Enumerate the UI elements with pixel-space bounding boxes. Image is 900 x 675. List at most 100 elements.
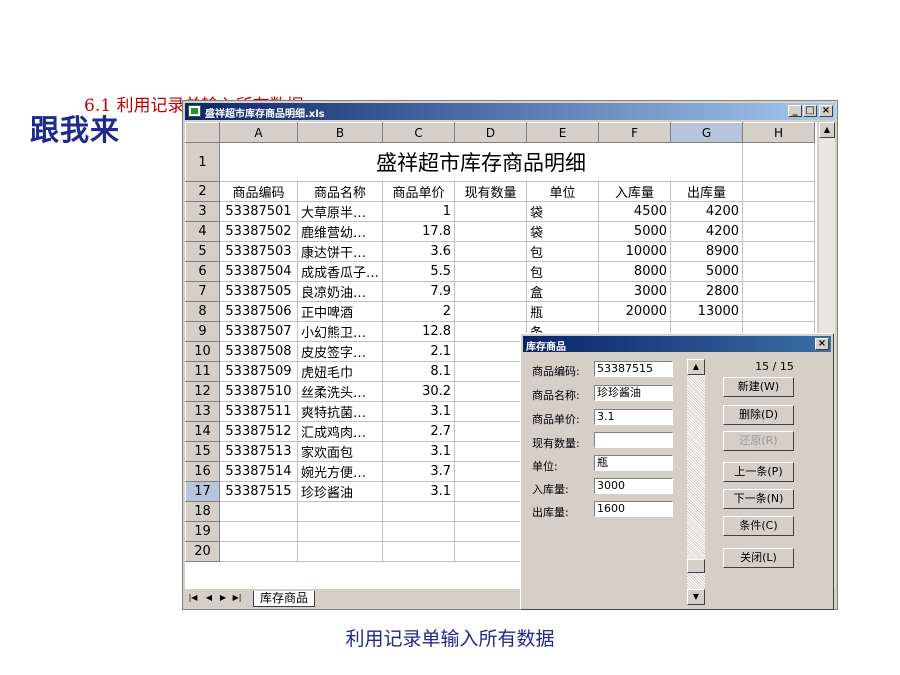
price-cell[interactable]: 3.6 xyxy=(382,241,456,262)
criteria-button[interactable]: 条件(C) xyxy=(723,516,794,536)
column-title-cell[interactable]: 商品单价 xyxy=(382,181,456,202)
cell[interactable] xyxy=(742,142,816,182)
dialog-titlebar[interactable]: 库存商品 × xyxy=(523,336,831,353)
name-cell[interactable]: 珍珍酱油 xyxy=(296,481,384,502)
cell[interactable] xyxy=(219,521,298,542)
column-title-cell[interactable]: 单位 xyxy=(526,181,600,202)
code-cell[interactable]: 53387505 xyxy=(219,281,298,302)
name-cell[interactable]: 家欢面包 xyxy=(296,441,384,462)
code-cell[interactable]: 53387515 xyxy=(219,481,298,502)
code-cell[interactable]: 53387503 xyxy=(219,241,298,262)
name-cell[interactable]: 良凉奶油… xyxy=(296,281,384,302)
prev-record-button[interactable]: 上一条(P) xyxy=(723,462,794,482)
name-cell[interactable]: 小幻熊卫… xyxy=(296,321,384,342)
unit-cell[interactable]: 袋 xyxy=(526,201,600,222)
in-qty-cell[interactable]: 3000 xyxy=(598,281,672,302)
row-header[interactable]: 10 xyxy=(185,341,220,362)
column-title-cell[interactable]: 出库量 xyxy=(670,181,744,202)
row-header[interactable]: 8 xyxy=(185,301,220,322)
name-cell[interactable]: 虎妞毛巾 xyxy=(296,361,384,382)
record-scroll-thumb[interactable] xyxy=(687,559,705,573)
close-button[interactable]: × xyxy=(819,105,833,117)
row-header[interactable]: 14 xyxy=(185,421,220,442)
price-cell[interactable]: 8.1 xyxy=(382,361,456,382)
in-qty-cell[interactable]: 10000 xyxy=(598,241,672,262)
in-qty-cell[interactable]: 8000 xyxy=(598,261,672,282)
excel-file-icon[interactable] xyxy=(188,105,201,117)
select-all-corner[interactable] xyxy=(185,122,220,143)
qty-cell[interactable] xyxy=(454,381,528,402)
qty-cell[interactable] xyxy=(454,341,528,362)
minimize-button[interactable]: _ xyxy=(788,105,802,117)
name-cell[interactable]: 成成香瓜子… xyxy=(296,261,384,282)
code-cell[interactable]: 53387510 xyxy=(219,381,298,402)
row-header[interactable]: 7 xyxy=(185,281,220,302)
out-qty-cell[interactable]: 4200 xyxy=(670,201,744,222)
cell[interactable] xyxy=(219,541,298,562)
qty-cell[interactable] xyxy=(454,461,528,482)
qty-cell[interactable] xyxy=(454,241,528,262)
cell[interactable] xyxy=(742,261,816,282)
price-cell[interactable]: 3.7 xyxy=(382,461,456,482)
unit-cell[interactable]: 袋 xyxy=(526,221,600,242)
price-cell[interactable]: 3.1 xyxy=(382,441,456,462)
out-qty-field[interactable]: 1600 xyxy=(594,501,673,517)
last-sheet-icon[interactable]: ▶| xyxy=(231,593,243,602)
first-sheet-icon[interactable]: |◀ xyxy=(187,593,199,602)
row-header[interactable]: 17 xyxy=(185,481,220,502)
qty-field[interactable] xyxy=(594,432,673,448)
row-header[interactable]: 20 xyxy=(185,541,220,562)
row-header[interactable]: 1 xyxy=(185,142,220,182)
row-header[interactable]: 16 xyxy=(185,461,220,482)
column-header-b[interactable]: B xyxy=(296,122,384,143)
cell[interactable] xyxy=(296,501,384,522)
code-cell[interactable]: 53387514 xyxy=(219,461,298,482)
cell[interactable] xyxy=(382,501,456,522)
price-cell[interactable]: 2 xyxy=(382,301,456,322)
record-scroll-down-icon[interactable]: ▼ xyxy=(687,589,705,605)
row-header[interactable]: 15 xyxy=(185,441,220,462)
qty-cell[interactable] xyxy=(454,261,528,282)
column-header-c[interactable]: C xyxy=(382,122,456,143)
column-header-g[interactable]: G xyxy=(670,122,744,143)
cell[interactable] xyxy=(742,181,816,202)
row-header[interactable]: 18 xyxy=(185,501,220,522)
unit-cell[interactable]: 盒 xyxy=(526,281,600,302)
cell[interactable] xyxy=(454,521,528,542)
name-cell[interactable]: 正中啤酒 xyxy=(296,301,384,322)
name-cell[interactable]: 丝柔洗头… xyxy=(296,381,384,402)
column-header-a[interactable]: A xyxy=(219,122,298,143)
code-cell[interactable]: 53387501 xyxy=(219,201,298,222)
qty-cell[interactable] xyxy=(454,221,528,242)
next-record-button[interactable]: 下一条(N) xyxy=(723,489,794,509)
row-header[interactable]: 3 xyxy=(185,201,220,222)
qty-cell[interactable] xyxy=(454,441,528,462)
cell[interactable] xyxy=(454,501,528,522)
cell[interactable] xyxy=(296,541,384,562)
row-header[interactable]: 2 xyxy=(185,181,220,202)
row-header[interactable]: 13 xyxy=(185,401,220,422)
name-field[interactable]: 珍珍酱油 xyxy=(594,385,673,401)
qty-cell[interactable] xyxy=(454,401,528,422)
qty-cell[interactable] xyxy=(454,201,528,222)
out-qty-cell[interactable]: 4200 xyxy=(670,221,744,242)
name-cell[interactable]: 鹿维营幼… xyxy=(296,221,384,242)
qty-cell[interactable] xyxy=(454,421,528,442)
price-field[interactable]: 3.1 xyxy=(594,409,673,425)
row-header[interactable]: 5 xyxy=(185,241,220,262)
next-sheet-icon[interactable]: ▶ xyxy=(217,593,229,602)
cell[interactable] xyxy=(742,221,816,242)
code-cell[interactable]: 53387504 xyxy=(219,261,298,282)
cell[interactable] xyxy=(296,521,384,542)
name-cell[interactable]: 大草原半… xyxy=(296,201,384,222)
row-header[interactable]: 12 xyxy=(185,381,220,402)
price-cell[interactable]: 7.9 xyxy=(382,281,456,302)
name-cell[interactable]: 康达饼干… xyxy=(296,241,384,262)
column-header-h[interactable]: H xyxy=(742,122,816,143)
sheet-tab-inventory[interactable]: 库存商品 xyxy=(253,591,316,607)
qty-cell[interactable] xyxy=(454,301,528,322)
in-qty-cell[interactable]: 20000 xyxy=(598,301,672,322)
code-cell[interactable]: 53387512 xyxy=(219,421,298,442)
column-header-e[interactable]: E xyxy=(526,122,600,143)
cell[interactable] xyxy=(382,521,456,542)
